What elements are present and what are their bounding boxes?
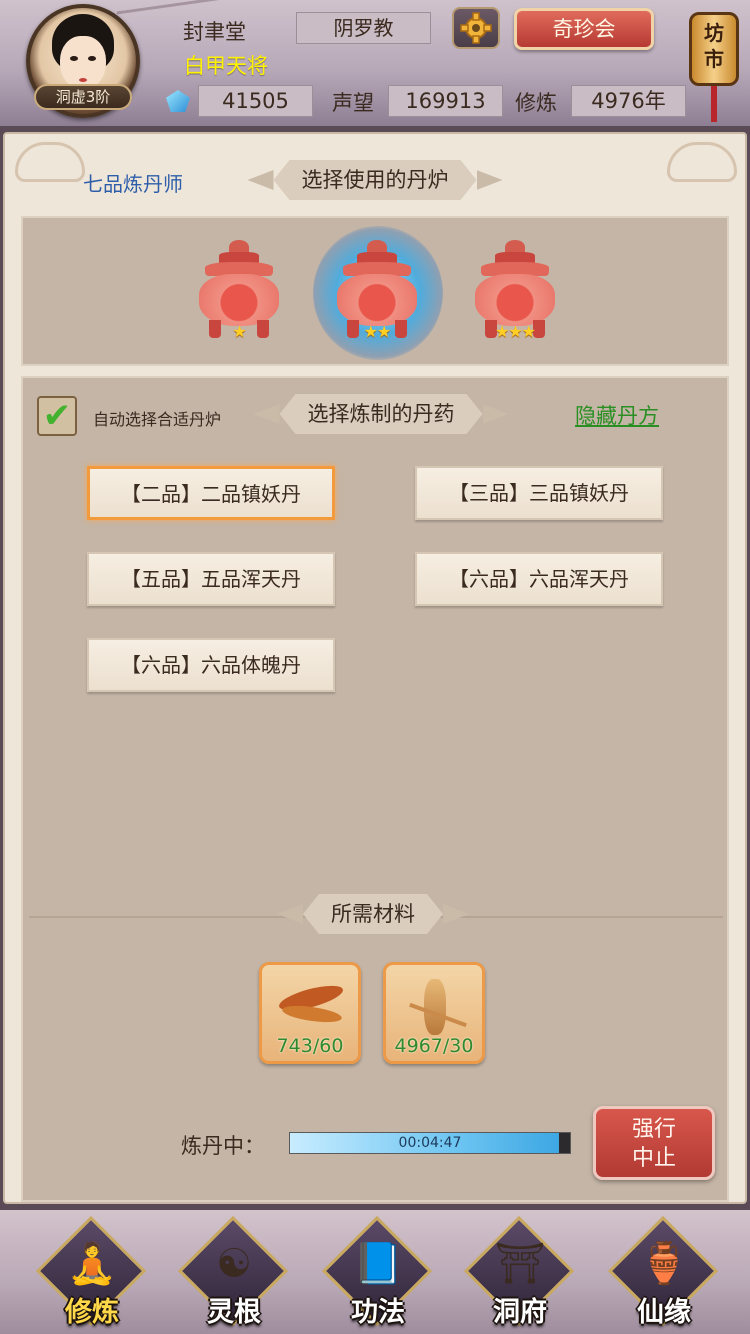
spirit-stone-count: 41505 bbox=[198, 85, 313, 117]
recipe-button[interactable]: 【三品】三品镇妖丹 bbox=[415, 466, 663, 520]
top-header: 洞虚3阶 封聿堂 白甲天将 阴罗教 奇珍会 坊市 41505 声望 169913… bbox=[0, 0, 750, 128]
star-rating: ★★ bbox=[363, 322, 392, 341]
nav-label: 仙缘 bbox=[637, 1297, 691, 1328]
spirit-stone-icon bbox=[166, 90, 190, 112]
recipe-button[interactable]: 【六品】六品浑天丹 bbox=[415, 552, 663, 606]
market-button[interactable]: 坊市 bbox=[683, 0, 745, 126]
nav-cultivate[interactable]: 🧘 修炼 bbox=[35, 1215, 148, 1332]
title-wing-right bbox=[443, 904, 469, 924]
alchemist-rank: 七品炼丹师 bbox=[83, 172, 183, 196]
gourd-icon: 🏺 bbox=[639, 1241, 689, 1287]
alchemy-panel: 七品炼丹师 选择使用的丹炉 ★ ★★ ★★★ ✔ 自动选择合适丹炉 选择炼制的丹… bbox=[0, 126, 750, 1210]
avatar-mouth bbox=[79, 78, 87, 82]
tassel-decoration bbox=[711, 86, 717, 122]
hidden-recipe-link[interactable]: 隐藏丹方 bbox=[575, 400, 659, 430]
avatar-eye bbox=[70, 56, 78, 61]
materials-section-title: 所需材料 bbox=[235, 894, 511, 934]
cultivation-value: 4976年 bbox=[571, 85, 686, 117]
material-count: 743/60 bbox=[276, 1035, 344, 1057]
force-stop-line1: 强行 bbox=[631, 1117, 676, 1142]
nav-cave-abode[interactable]: ⛩ 洞府 bbox=[463, 1215, 576, 1332]
recipe-button[interactable]: 【六品】六品体魄丹 bbox=[87, 638, 335, 692]
nav-spirit-root[interactable]: ☯ 灵根 bbox=[177, 1215, 290, 1332]
furnace-selector: ★ ★★ ★★★ bbox=[21, 216, 729, 366]
title-wing-right bbox=[476, 170, 503, 190]
section-title-text: 选择炼制的丹药 bbox=[280, 394, 483, 434]
yin-yang-sword-icon: ☯ bbox=[216, 1241, 252, 1287]
force-stop-line2: 中止 bbox=[631, 1146, 676, 1171]
hooded-cultivator-icon: 🧘 bbox=[67, 1241, 117, 1287]
nav-label: 修炼 bbox=[65, 1297, 119, 1328]
player-title: 白甲天将 bbox=[184, 54, 268, 78]
bottom-nav: 🧘 修炼 ☯ 灵根 📘 功法 ⛩ 洞府 🏺 仙缘 bbox=[0, 1210, 750, 1334]
ginseng-icon bbox=[424, 979, 446, 1035]
section-title-text: 所需材料 bbox=[303, 894, 443, 934]
treasure-auction-button[interactable]: 奇珍会 bbox=[514, 8, 654, 50]
recipe-selector: ✔ 自动选择合适丹炉 选择炼制的丹药 隐藏丹方 【二品】二品镇妖丹 【三品】三品… bbox=[21, 376, 729, 1202]
scripture-book-icon: 📘 bbox=[353, 1241, 403, 1287]
furnace-3-star[interactable]: ★★★ bbox=[467, 240, 563, 350]
nav-techniques[interactable]: 📘 功法 bbox=[321, 1215, 434, 1332]
title-wing-left bbox=[277, 904, 303, 924]
realm-badge: 洞虚3阶 bbox=[34, 84, 132, 110]
player-name: 封聿堂 bbox=[183, 20, 246, 44]
recipe-button[interactable]: 【五品】五品浑天丹 bbox=[87, 552, 335, 606]
material-count: 4967/30 bbox=[394, 1035, 474, 1057]
nav-immortal-fate[interactable]: 🏺 仙缘 bbox=[607, 1215, 720, 1332]
furnace-section-title: 选择使用的丹炉 bbox=[237, 160, 513, 200]
refining-label: 炼丹中： bbox=[181, 1134, 265, 1158]
reputation-label: 声望 bbox=[332, 91, 374, 115]
furnace-1-star[interactable]: ★ bbox=[191, 240, 287, 350]
herb-root-icon-part bbox=[281, 1002, 343, 1026]
refining-progress-bar: 00:04:47 bbox=[289, 1132, 571, 1154]
sect-name[interactable]: 阴罗教 bbox=[296, 12, 431, 44]
cloud-decoration bbox=[667, 142, 737, 182]
cultivation-label: 修炼 bbox=[515, 91, 557, 115]
star-rating: ★ bbox=[232, 322, 246, 341]
recipe-button[interactable]: 【二品】二品镇妖丹 bbox=[87, 466, 335, 520]
market-label: 坊市 bbox=[704, 21, 724, 71]
force-stop-button[interactable]: 强行 中止 bbox=[593, 1106, 715, 1180]
avatar-eye bbox=[88, 56, 96, 61]
auto-select-checkbox[interactable]: ✔ bbox=[37, 396, 77, 436]
nav-label: 洞府 bbox=[493, 1297, 547, 1328]
star-rating: ★★★ bbox=[494, 322, 536, 341]
panel-body: 七品炼丹师 选择使用的丹炉 ★ ★★ ★★★ ✔ 自动选择合适丹炉 选择炼制的丹… bbox=[3, 132, 747, 1204]
title-wing-right bbox=[482, 404, 509, 424]
title-wing-left bbox=[247, 170, 274, 190]
material-slot[interactable]: 743/60 bbox=[259, 962, 361, 1064]
material-slot[interactable]: 4967/30 bbox=[383, 962, 485, 1064]
title-wing-left bbox=[253, 404, 280, 424]
time-remaining: 00:04:47 bbox=[398, 1135, 462, 1151]
reputation-value: 169913 bbox=[388, 85, 503, 117]
nav-label: 功法 bbox=[351, 1297, 405, 1328]
checkmark-icon: ✔ bbox=[42, 396, 72, 436]
section-title-text: 选择使用的丹炉 bbox=[274, 160, 477, 200]
pavilion-icon: ⛩ bbox=[494, 1241, 546, 1287]
furnace-2-star[interactable]: ★★ bbox=[329, 240, 425, 350]
nav-label: 灵根 bbox=[207, 1297, 261, 1328]
recipe-section-title: 选择炼制的丹药 bbox=[243, 394, 519, 434]
gear-icon bbox=[460, 12, 492, 44]
cloud-decoration bbox=[15, 142, 85, 182]
settings-button[interactable] bbox=[452, 7, 500, 49]
auto-select-label: 自动选择合适丹炉 bbox=[93, 410, 222, 429]
